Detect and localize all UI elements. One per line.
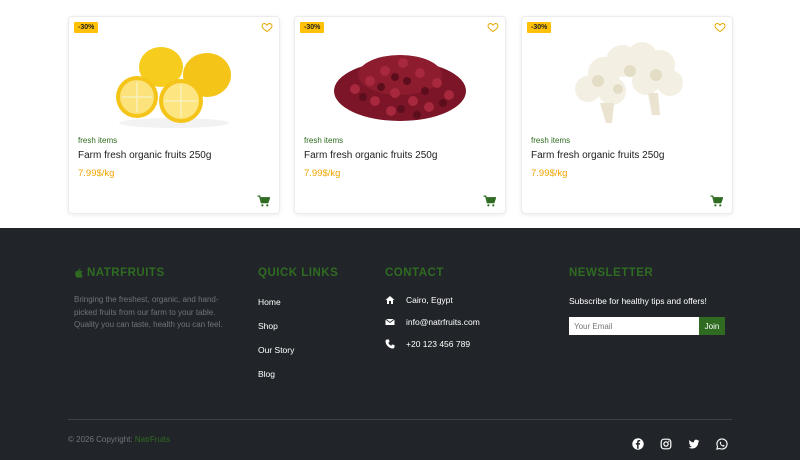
newsletter-subtitle: Subscribe for healthy tips and offers! [569, 296, 707, 306]
contact-address: Cairo, Egypt [385, 295, 453, 305]
product-card[interactable]: -30% fresh items Farm fresh organic frui… [521, 16, 733, 214]
footer-divider [68, 419, 732, 420]
footer-link-our-story[interactable]: Our Story [258, 345, 294, 355]
site-footer: NATRFRUITS Bringing the freshest, organi… [0, 228, 800, 460]
product-price: 7.99$/kg [78, 168, 115, 179]
cart-icon[interactable] [483, 195, 496, 207]
apple-icon [75, 268, 83, 278]
contact-email[interactable]: info@natrfruits.com [385, 317, 480, 327]
product-card[interactable]: -30% fresh items Farm fresh organic frui… [68, 16, 280, 214]
product-image-dried-cranberries [334, 55, 466, 121]
newsletter-title: NEWSLETTER [569, 267, 654, 279]
heart-icon[interactable] [714, 21, 726, 33]
product-name[interactable]: Farm fresh organic fruits 250g [78, 150, 211, 161]
contact-phone-text: +20 123 456 789 [406, 339, 471, 349]
twitter-icon[interactable] [688, 438, 700, 450]
mail-icon [385, 318, 395, 325]
product-name[interactable]: Farm fresh organic fruits 250g [304, 150, 437, 161]
product-image-lemons [116, 47, 231, 128]
discount-badge: -30% [527, 22, 552, 33]
newsletter-join-button[interactable]: Join [699, 317, 725, 335]
products-section: -30% fresh items Farm fresh organic frui… [0, 0, 800, 228]
footer-brand[interactable]: NATRFRUITS [74, 267, 165, 279]
footer-about-text: Bringing the freshest, organic, and hand… [74, 295, 223, 329]
product-price: 7.99$/kg [531, 168, 568, 179]
product-card[interactable]: -30% fresh items Farm fresh organic frui… [294, 16, 506, 214]
instagram-icon[interactable] [660, 438, 672, 450]
contact-title: CONTACT [385, 267, 444, 279]
whatsapp-icon[interactable] [716, 438, 728, 450]
copyright-brand-link[interactable]: NatrFruits [135, 435, 170, 444]
cart-icon[interactable] [710, 195, 723, 207]
quick-links-title: QUICK LINKS [258, 267, 339, 279]
product-price: 7.99$/kg [304, 168, 341, 179]
contact-address-text: Cairo, Egypt [406, 295, 453, 305]
contact-email-text: info@natrfruits.com [406, 317, 480, 327]
footer-link-home[interactable]: Home [258, 297, 281, 307]
brand-name: NATRFRUITS [87, 267, 165, 279]
discount-badge: -30% [74, 22, 99, 33]
copyright-text: © 2026 Copyright: [68, 435, 133, 444]
cart-icon[interactable] [257, 195, 270, 207]
heart-icon[interactable] [487, 21, 499, 33]
product-image-cauliflower [575, 42, 683, 123]
product-category: fresh items [78, 136, 118, 145]
product-category: fresh items [304, 136, 344, 145]
home-icon [385, 296, 395, 304]
product-name[interactable]: Farm fresh organic fruits 250g [531, 150, 664, 161]
copyright: © 2026 Copyright: NatrFruits [68, 435, 170, 444]
contact-phone[interactable]: +20 123 456 789 [385, 339, 470, 349]
heart-icon[interactable] [261, 21, 273, 33]
product-category: fresh items [531, 136, 571, 145]
newsletter-email-input[interactable] [569, 317, 699, 335]
footer-link-blog[interactable]: Blog [258, 369, 275, 379]
phone-icon [385, 339, 395, 349]
footer-link-shop[interactable]: Shop [258, 321, 278, 331]
facebook-icon[interactable] [632, 438, 644, 450]
discount-badge: -30% [300, 22, 325, 33]
